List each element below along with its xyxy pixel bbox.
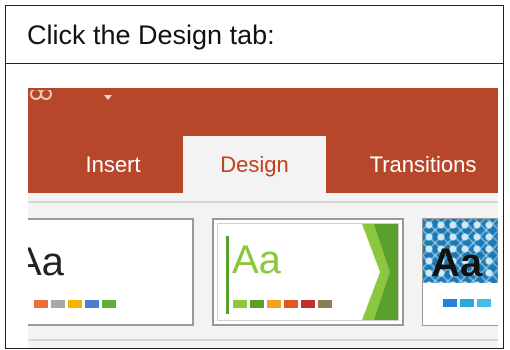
qat-customize-icon[interactable]	[30, 90, 54, 106]
theme-preview: Aa	[217, 223, 399, 321]
color-swatch	[318, 300, 332, 308]
theme-sample-text: Aa	[28, 240, 64, 284]
color-swatch	[34, 300, 48, 308]
theme-accent-line	[226, 236, 229, 314]
themes-gallery: Aa Aa Aa	[28, 193, 498, 348]
instruction-text: Click the Design tab:	[6, 6, 503, 64]
color-swatch	[85, 300, 99, 308]
theme-thumbnail-pattern[interactable]: Aa	[422, 218, 498, 326]
gallery-divider-bottom	[28, 339, 498, 341]
tab-insert[interactable]: Insert	[68, 136, 158, 193]
color-swatch	[68, 300, 82, 308]
tutorial-frame: Click the Design tab: Insert Design Tran…	[5, 5, 504, 349]
color-swatch	[51, 300, 65, 308]
theme-sample-text: Aa	[232, 238, 281, 282]
color-swatch	[477, 299, 491, 307]
color-swatch	[233, 300, 247, 308]
powerpoint-ribbon-screenshot: Insert Design Transitions Aa Aa	[28, 88, 498, 348]
color-swatch	[443, 299, 457, 307]
color-swatch	[301, 300, 315, 308]
theme-accent-shape	[362, 224, 398, 320]
color-swatch	[284, 300, 298, 308]
ribbon-bar: Insert Design Transitions	[28, 88, 498, 193]
theme-thumbnail-facet[interactable]: Aa	[212, 218, 404, 326]
color-swatch	[267, 300, 281, 308]
qat-dropdown-arrow-icon[interactable]	[104, 95, 112, 100]
theme-color-swatches	[34, 300, 116, 308]
tab-design[interactable]: Design	[183, 136, 326, 193]
theme-color-swatches	[233, 300, 332, 308]
color-swatch	[460, 299, 474, 307]
theme-thumbnail-office[interactable]: Aa	[28, 218, 194, 326]
color-swatch	[102, 300, 116, 308]
theme-sample-text: Aa	[431, 241, 483, 285]
color-swatch	[250, 300, 264, 308]
theme-color-swatches	[443, 299, 491, 307]
gallery-divider-top	[28, 201, 498, 203]
tab-transitions[interactable]: Transitions	[348, 136, 498, 193]
